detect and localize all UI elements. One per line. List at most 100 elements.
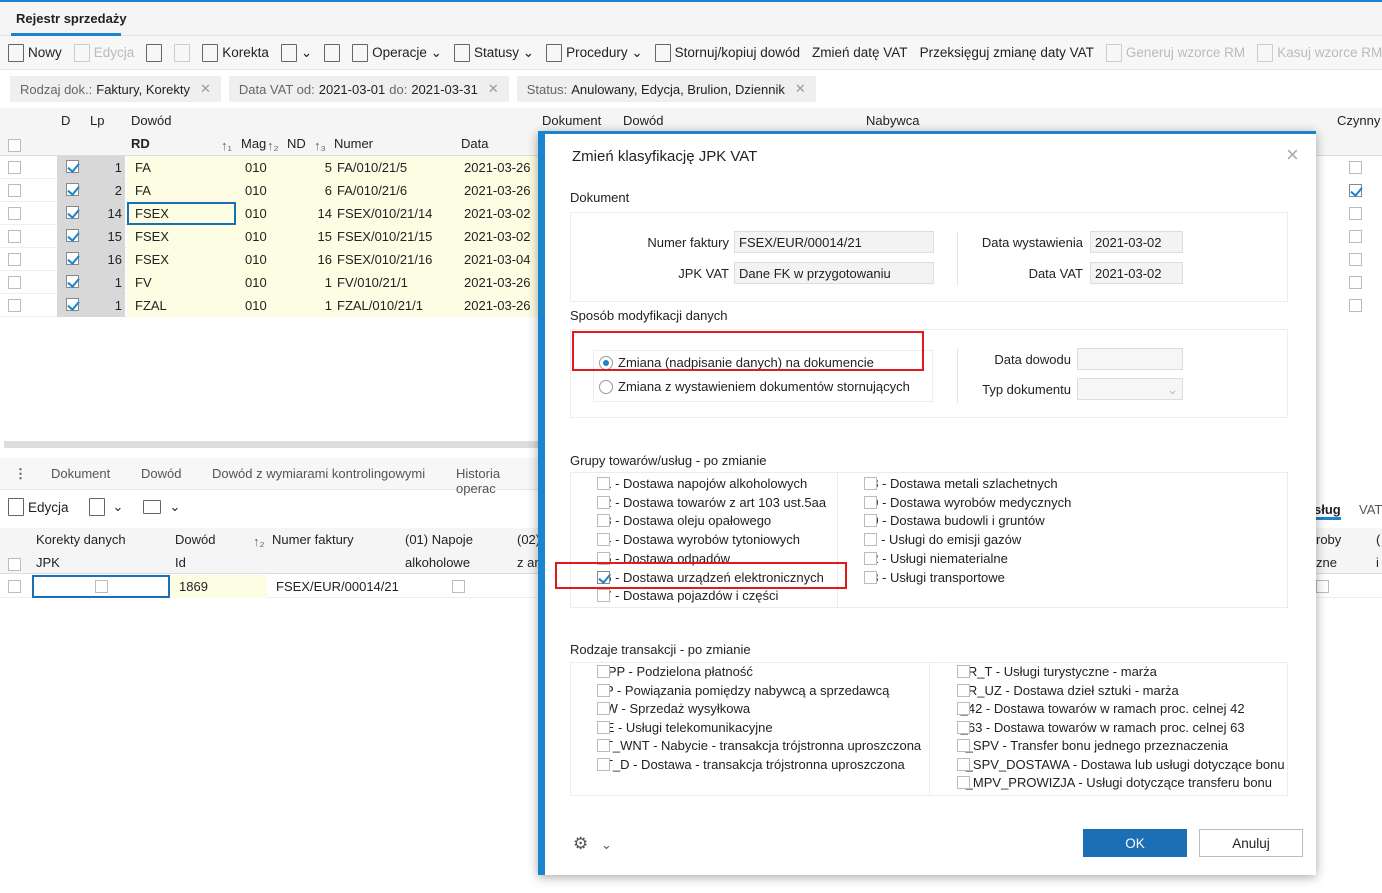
col-dowod[interactable]: Dowód xyxy=(175,532,215,547)
row-checkbox[interactable] xyxy=(8,161,21,174)
checkbox[interactable] xyxy=(597,720,610,734)
tab-dowod[interactable]: Dowód xyxy=(141,466,181,481)
napoje-checkbox[interactable] xyxy=(452,580,465,593)
col-rd[interactable]: RD xyxy=(131,136,150,151)
group-checkbox-item[interactable]: 11 - Usługi do emisji gazów xyxy=(843,532,1021,547)
checkbox[interactable] xyxy=(864,570,877,584)
czynny-checkbox[interactable] xyxy=(1349,253,1362,266)
chevron-down-icon[interactable]: ⌄ xyxy=(601,837,612,853)
group-checkbox-item[interactable]: 12 - Usługi niematerialne xyxy=(843,551,1008,566)
tab-historia[interactable]: Historia operac xyxy=(456,466,540,496)
transaction-checkbox-item[interactable]: MR_T - Usługi turystyczne - marża xyxy=(936,664,1157,679)
toolbar-button-generuj-wzorce-rm[interactable]: Generuj wzorce RM xyxy=(1105,43,1245,62)
data-dowodu-field[interactable] xyxy=(1077,348,1183,370)
group-checkbox-item[interactable]: 07 - Dostawa pojazdów i części xyxy=(576,588,778,603)
tab-uslug[interactable]: sług xyxy=(1314,502,1341,520)
transaction-checkbox-item[interactable]: B_MPV_PROWIZJA - Usługi dotyczące transf… xyxy=(936,775,1272,790)
info-doc-icon[interactable] xyxy=(88,498,105,516)
checkbox[interactable] xyxy=(597,739,610,752)
checkbox[interactable] xyxy=(597,495,610,509)
transaction-checkbox-item[interactable]: TP - Powiązania pomiędzy nabywcą a sprze… xyxy=(576,683,889,698)
d-checkbox[interactable] xyxy=(66,160,79,173)
col-02[interactable]: (02) xyxy=(517,532,540,547)
col-dowod[interactable]: Dowód xyxy=(623,113,663,128)
toolbar-button-statusy[interactable]: Statusy ⌄ xyxy=(453,43,534,62)
d-checkbox[interactable] xyxy=(66,183,79,196)
col-data[interactable]: Data xyxy=(461,136,488,151)
chevron-down-icon[interactable]: ⌄ xyxy=(169,499,180,515)
data-wystawienia-field[interactable]: 2021-03-02 xyxy=(1090,231,1183,253)
table-row[interactable]: 1 FA 010 5 FA/010/21/5 2021-03-26 xyxy=(0,156,540,179)
toolbar-button-przeksi-guj-zmian-daty-vat[interactable]: Przeksięguj zmianę daty VAT xyxy=(920,45,1094,60)
table-row[interactable]: 15 FSEX 010 15 FSEX/010/21/15 2021-03-02 xyxy=(0,225,540,248)
transaction-checkbox-item[interactable]: SW - Sprzedaż wysyłkowa xyxy=(576,701,750,716)
d-checkbox[interactable] xyxy=(66,275,79,288)
checkbox[interactable] xyxy=(597,757,610,771)
col-right2[interactable]: ( xyxy=(1376,532,1380,547)
checkbox[interactable] xyxy=(864,514,877,528)
toolbar-button-2[interactable] xyxy=(146,43,163,62)
checkbox[interactable] xyxy=(864,533,877,547)
toolbar-button-stornuj-kopiuj-dow-d[interactable]: Stornuj/kopiuj dowód xyxy=(654,43,800,62)
remove-filter-icon[interactable]: ✕ xyxy=(200,81,211,97)
row-checkbox[interactable] xyxy=(8,253,21,266)
typ-dokumentu-select[interactable]: ⌄ xyxy=(1077,378,1183,400)
transaction-checkbox-item[interactable]: B_SPV - Transfer bonu jednego przeznacze… xyxy=(936,738,1228,753)
korekty-checkbox[interactable] xyxy=(95,580,108,593)
close-icon[interactable]: × xyxy=(1286,142,1299,168)
transaction-checkbox-item[interactable]: B_SPV_DOSTAWA - Dostawa lub usługi dotyc… xyxy=(936,757,1285,772)
row-checkbox[interactable] xyxy=(8,184,21,197)
radio-storno[interactable] xyxy=(599,380,613,394)
checkbox[interactable] xyxy=(597,589,610,603)
row-checkbox[interactable] xyxy=(8,230,21,243)
transaction-checkbox-item[interactable]: MPP - Podzielona płatność xyxy=(576,664,753,679)
czynny-checkbox[interactable] xyxy=(1349,299,1362,312)
checkbox[interactable] xyxy=(597,514,610,528)
transaction-checkbox-item[interactable]: TT_WNT - Nabycie - transakcja trójstronn… xyxy=(576,738,921,753)
row-checkbox[interactable] xyxy=(8,580,21,593)
toolbar-button-6[interactable] xyxy=(324,43,341,62)
toolbar-button-nowy[interactable]: Nowy xyxy=(8,43,62,62)
row-checkbox[interactable] xyxy=(8,299,21,312)
checkbox[interactable] xyxy=(597,533,610,547)
checkbox[interactable] xyxy=(597,477,610,490)
focused-cell[interactable] xyxy=(127,202,236,225)
edit-button[interactable]: Edycja xyxy=(8,498,69,516)
data-vat-field[interactable]: 2021-03-02 xyxy=(1090,262,1183,284)
col-jpk[interactable]: JPK xyxy=(36,555,60,570)
col-id[interactable]: Id xyxy=(175,555,186,570)
filter-chip-status[interactable]: Status: Anulowany, Edycja, Brulion, Dzien… xyxy=(516,76,816,102)
checkbox[interactable] xyxy=(597,702,610,715)
col-01[interactable]: (01) Napoje xyxy=(405,532,473,547)
toolbar-button-edycja[interactable]: Edycja xyxy=(73,43,134,62)
tab-dokument[interactable]: Dokument xyxy=(51,466,110,481)
horizontal-scrollbar[interactable] xyxy=(4,441,540,448)
col-d[interactable]: D xyxy=(61,113,70,128)
checkbox[interactable] xyxy=(957,757,970,771)
remove-filter-icon[interactable]: ✕ xyxy=(488,81,499,97)
group-checkbox-item[interactable]: 10 - Dostawa budowli i gruntów xyxy=(843,513,1045,528)
transaction-checkbox-item[interactable]: MR_UZ - Dostawa dzieł sztuki - marża xyxy=(936,683,1179,698)
checkbox[interactable] xyxy=(957,665,970,678)
checkbox[interactable] xyxy=(957,683,970,697)
checkbox[interactable] xyxy=(864,551,877,565)
czynny-checkbox[interactable] xyxy=(1349,207,1362,220)
col-czynny[interactable]: Czynny xyxy=(1337,113,1380,128)
checkbox[interactable] xyxy=(957,739,970,752)
select-all-checkbox[interactable] xyxy=(8,558,21,571)
group-checkbox-item[interactable]: 08 - Dostawa metali szlachetnych xyxy=(843,476,1058,491)
toolbar-button-zmie-dat-vat[interactable]: Zmień datę VAT xyxy=(812,45,908,60)
chevron-down-icon[interactable]: ⌄ xyxy=(113,499,124,515)
checkbox[interactable] xyxy=(864,477,877,490)
table-row[interactable]: 1 FZAL 010 1 FZAL/010/21/1 2021-03-26 xyxy=(0,294,540,317)
checkbox[interactable] xyxy=(597,665,610,678)
filter-chip-vat-date[interactable]: Data VAT od: 2021-03-01 do: 2021-03-31 ✕ xyxy=(228,76,509,102)
jpk-vat-field[interactable]: Dane FK w przygotowaniu xyxy=(734,262,934,284)
table-row[interactable]: 16 FSEX 010 16 FSEX/010/21/16 2021-03-04 xyxy=(0,248,540,271)
right-checkbox[interactable] xyxy=(1316,580,1329,593)
czynny-checkbox[interactable] xyxy=(1349,161,1362,174)
group-checkbox-item[interactable]: 01 - Dostawa napojów alkoholowych xyxy=(576,476,807,491)
row-checkbox[interactable] xyxy=(8,276,21,289)
group-checkbox-item[interactable]: 13 - Usługi transportowe xyxy=(843,570,1005,585)
toolbar-button-procedury[interactable]: Procedury ⌄ xyxy=(546,43,643,62)
